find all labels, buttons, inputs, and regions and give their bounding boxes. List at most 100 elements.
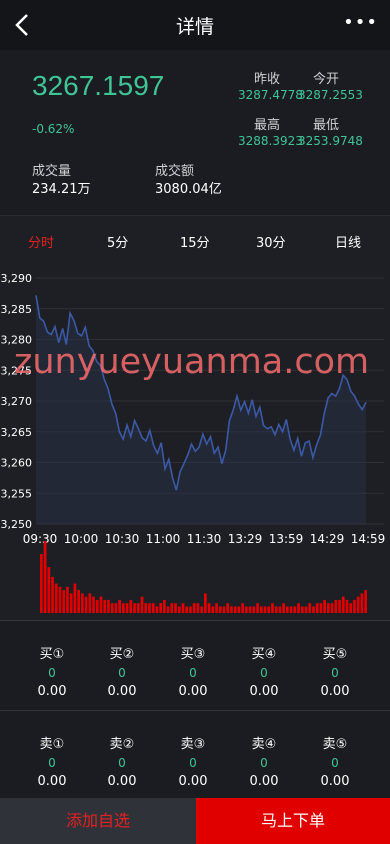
volume-bar (211, 606, 215, 613)
book-level-name: 卖② (109, 737, 135, 752)
sell-level-2: 卖② 0 0.00 (97, 733, 147, 789)
volume-bar (349, 603, 353, 613)
volume-bar (177, 606, 181, 613)
high-value: 3288.3923 (238, 134, 303, 148)
volume-bar (54, 583, 58, 613)
volume-bar (304, 606, 308, 613)
volume-bar (230, 606, 233, 613)
add-watchlist-button[interactable]: 添加自选 (0, 798, 196, 844)
volume-bar (256, 603, 259, 613)
volume-bar (345, 599, 349, 613)
volume-bar (110, 603, 114, 613)
y-tick-label: 3,270 (1, 395, 33, 408)
book-level-price: 0.00 (320, 684, 350, 699)
volume-bar (125, 603, 129, 613)
volume-bar (282, 603, 285, 613)
y-tick-label: 3,285 (1, 303, 33, 316)
volume-bar (92, 596, 95, 613)
volume-bar (200, 606, 203, 613)
book-level-price: 0.00 (249, 684, 279, 699)
volume-bar (263, 606, 267, 613)
volume-bar (51, 577, 54, 613)
book-level-volume: 0 (118, 756, 126, 770)
volume-bar (293, 606, 297, 613)
prev-close-label: 昨收 (254, 72, 281, 87)
volume-bar (99, 596, 103, 613)
volume-bar (204, 593, 207, 613)
low-value: 3253.9748 (298, 134, 363, 148)
volume-bar (252, 606, 256, 613)
page-title: 详情 (175, 16, 214, 38)
volume-bar (114, 603, 118, 613)
x-tick-label: 10:30 (105, 532, 140, 546)
volume-bar (274, 606, 278, 613)
volume-label: 成交量 (32, 164, 72, 179)
volume-bar (163, 599, 166, 613)
footer-actions: 添加自选 马上下单 (0, 798, 390, 844)
volume-bar (155, 606, 159, 613)
header-bar: 详情 ••• (0, 0, 390, 50)
amount-label: 成交额 (155, 164, 195, 179)
buy-level-3: 买③ 0 0.00 (168, 643, 218, 699)
book-level-price: 0.00 (37, 774, 67, 789)
volume-bar (222, 606, 226, 613)
volume-bar (334, 599, 338, 613)
volume-bar (43, 541, 47, 613)
x-tick-label: 09:30 (23, 532, 58, 546)
order-now-button[interactable]: 马上下单 (196, 798, 390, 844)
book-level-price: 0.00 (249, 774, 279, 789)
volume-bar (207, 603, 211, 613)
x-tick-label: 13:59 (269, 532, 304, 546)
sell-book: 卖① 0 0.00 卖② 0 0.00 卖③ 0 0.00 卖④ 0 0.00 … (0, 710, 390, 798)
volume-bar (69, 593, 73, 613)
book-level-name: 买① (39, 647, 65, 662)
open-label: 今开 (313, 72, 340, 87)
more-icon[interactable]: ••• (343, 12, 378, 33)
sell-level-1: 卖① 0 0.00 (27, 733, 77, 789)
volume-bar (315, 603, 319, 613)
book-level-name: 买③ (180, 647, 206, 662)
volume-bar (271, 603, 274, 613)
volume-bar (129, 599, 133, 613)
book-level-price: 0.00 (37, 684, 67, 699)
volume-bar (122, 603, 125, 613)
x-tick-label: 11:30 (187, 532, 222, 546)
x-tick-label: 11:00 (146, 532, 181, 546)
volume-bar (73, 583, 77, 613)
y-tick-label: 3,290 (1, 272, 33, 285)
volume-bar (170, 603, 174, 613)
volume-bar (267, 606, 271, 613)
book-level-volume: 0 (189, 666, 197, 680)
volume-bar (66, 586, 69, 613)
volume-bar (192, 603, 196, 613)
book-level-volume: 0 (48, 666, 56, 680)
book-level-volume: 0 (331, 666, 339, 680)
volume-bar (136, 603, 140, 613)
sell-level-5: 卖⑤ 0 0.00 (310, 733, 360, 789)
volume-bar (341, 596, 345, 613)
volume-bar (226, 603, 230, 613)
volume-bar (233, 606, 237, 613)
volume-bar (215, 603, 218, 613)
book-level-volume: 0 (189, 756, 197, 770)
intraday-chart: 3,2903,2853,2803,2753,2703,2653,2603,255… (1, 272, 385, 613)
volume-bar (40, 554, 43, 613)
book-level-name: 卖③ (180, 737, 206, 752)
volume-bar (289, 606, 293, 613)
book-level-volume: 0 (260, 666, 268, 680)
volume-bar (151, 603, 155, 613)
book-level-price: 0.00 (107, 684, 137, 699)
volume-bar (312, 606, 315, 613)
volume-bar (196, 603, 200, 613)
book-level-price: 0.00 (107, 774, 137, 789)
page: 详情 ••• 3267.1597 -0.62% 成交量 234.21万 成交额 … (0, 0, 390, 844)
volume-bar (248, 606, 252, 613)
x-tick-label: 10:00 (64, 532, 99, 546)
buy-level-1: 买① 0 0.00 (27, 643, 77, 699)
volume-bar (166, 606, 170, 613)
volume-bar (189, 606, 192, 613)
buy-level-4: 买④ 0 0.00 (239, 643, 289, 699)
book-level-name: 买⑤ (322, 647, 348, 662)
volume-bar (356, 596, 360, 613)
volume-bar (140, 596, 144, 613)
